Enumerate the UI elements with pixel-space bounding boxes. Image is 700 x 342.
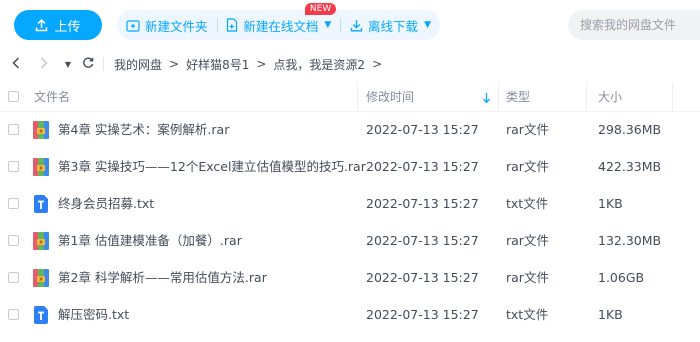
file-size: 1.06GB (598, 270, 645, 285)
column-divider (672, 83, 673, 111)
navigation-bar: ▼ 我的网盘 > 好样猫8号1 > 点我，我是资源2 > (0, 50, 700, 78)
upload-button[interactable]: 上传 (14, 10, 102, 40)
file-name[interactable]: 第4章 实操艺术：案例解析.rar (58, 111, 229, 148)
breadcrumb-item-root[interactable]: 我的网盘 (114, 56, 162, 73)
file-type: rar文件 (506, 122, 549, 137)
file-modified-time: 2022-07-13 15:27 (366, 270, 479, 285)
breadcrumb-separator: > (169, 57, 180, 71)
table-row[interactable]: 终身会员招募.txt 2022-07-13 15:27 txt文件 1KB (0, 185, 700, 222)
breadcrumb-item-current[interactable]: 点我，我是资源2 (273, 56, 365, 73)
new-online-doc-button[interactable]: 新建在线文档 ▼ NEW (217, 3, 340, 40)
chevron-down-icon: ▼ (324, 20, 332, 30)
file-size: 298.36MB (598, 122, 662, 137)
row-checkbox[interactable] (8, 272, 19, 283)
back-arrow-icon[interactable] (9, 56, 23, 72)
offline-download-button[interactable]: 离线下载 ▼ (341, 10, 440, 40)
breadcrumb-item-folder[interactable]: 好样猫8号1 (186, 56, 249, 73)
file-size: 422.33MB (598, 159, 662, 174)
file-modified-time: 2022-07-13 15:27 (366, 233, 479, 248)
column-header-name[interactable]: 文件名 (34, 83, 70, 111)
chevron-down-icon: ▼ (424, 20, 431, 30)
file-type: rar文件 (506, 270, 549, 285)
file-type: rar文件 (506, 233, 549, 248)
history-dropdown-icon[interactable]: ▼ (61, 60, 75, 69)
sort-descending-icon[interactable] (482, 83, 491, 111)
file-modified-time: 2022-07-13 15:27 (366, 159, 479, 174)
toolbar-action-group: 新建文件夹 新建在线文档 ▼ NEW 离线下载 ▼ (117, 3, 440, 40)
search-input[interactable] (568, 10, 700, 40)
file-type: txt文件 (506, 307, 549, 322)
breadcrumb: 我的网盘 > 好样猫8号1 > 点我，我是资源2 > (114, 56, 389, 73)
toolbar: 上传 新建文件夹 新建在线文档 ▼ NEW 离线下载 ▼ 搜索我的网盘文件 (0, 0, 700, 48)
select-all-checkbox[interactable] (8, 91, 19, 102)
rar-archive-icon (32, 231, 50, 251)
table-row[interactable]: 解压密码.txt 2022-07-13 15:27 txt文件 1KB (0, 296, 700, 333)
upload-label: 上传 (54, 19, 81, 35)
file-name[interactable]: 终身会员招募.txt (58, 185, 154, 222)
breadcrumb-separator: > (372, 57, 383, 71)
file-type: txt文件 (506, 196, 549, 211)
file-name[interactable]: 第3章 实操技巧——12个Excel建立估值模型的技巧.rar (58, 148, 366, 185)
breadcrumb-separator: > (256, 57, 267, 71)
column-divider (586, 83, 587, 111)
column-divider (357, 83, 358, 111)
download-icon (350, 19, 363, 31)
new-folder-button[interactable]: 新建文件夹 (117, 10, 217, 40)
nav-divider (103, 57, 104, 71)
column-header-size[interactable]: 大小 (598, 83, 622, 111)
refresh-icon[interactable] (81, 57, 95, 72)
offline-download-label: 离线下载 (368, 18, 419, 34)
rar-archive-icon (32, 120, 50, 140)
column-header-modified[interactable]: 修改时间 (366, 83, 414, 111)
file-type: rar文件 (506, 159, 549, 174)
table-row[interactable]: 第1章 估值建模准备（加餐）.rar 2022-07-13 15:27 rar文件 1… (0, 222, 700, 259)
rar-archive-icon (32, 268, 50, 288)
table-row[interactable]: 第2章 科学解析——常用估值方法.rar 2022-07-13 15:27 rar文… (0, 259, 700, 296)
upload-icon (36, 18, 48, 31)
forward-arrow-icon[interactable] (37, 56, 51, 72)
online-doc-icon (227, 18, 238, 32)
table-row[interactable]: 第3章 实操技巧——12个Excel建立估值模型的技巧.rar 2022-07-1… (0, 148, 700, 185)
row-checkbox[interactable] (8, 235, 19, 246)
new-folder-label: 新建文件夹 (145, 18, 208, 34)
row-checkbox[interactable] (8, 309, 19, 320)
row-checkbox[interactable] (8, 198, 19, 209)
table-header: 文件名 修改时间 类型 大小 (0, 83, 700, 112)
row-checkbox[interactable] (8, 161, 19, 172)
file-modified-time: 2022-07-13 15:27 (366, 196, 479, 211)
file-modified-time: 2022-07-13 15:27 (366, 122, 479, 137)
table-row[interactable]: 第4章 实操艺术：案例解析.rar 2022-07-13 15:27 rar文件 29… (0, 111, 700, 148)
file-size: 1KB (598, 196, 623, 211)
new-badge: NEW (304, 3, 337, 15)
file-name[interactable]: 解压密码.txt (58, 296, 129, 333)
rar-archive-icon (32, 157, 50, 177)
file-name[interactable]: 第1章 估值建模准备（加餐）.rar (58, 222, 242, 259)
new-folder-icon (126, 19, 140, 32)
file-size: 1KB (598, 307, 623, 322)
column-header-type[interactable]: 类型 (506, 83, 530, 111)
file-name[interactable]: 第2章 科学解析——常用估值方法.rar (58, 259, 267, 296)
file-modified-time: 2022-07-13 15:27 (366, 307, 479, 322)
column-divider (498, 83, 499, 111)
txt-file-icon (32, 194, 50, 214)
txt-file-icon (32, 305, 50, 325)
file-size: 132.30MB (598, 233, 662, 248)
new-online-doc-label: 新建在线文档 (243, 18, 319, 34)
row-checkbox[interactable] (8, 124, 19, 135)
